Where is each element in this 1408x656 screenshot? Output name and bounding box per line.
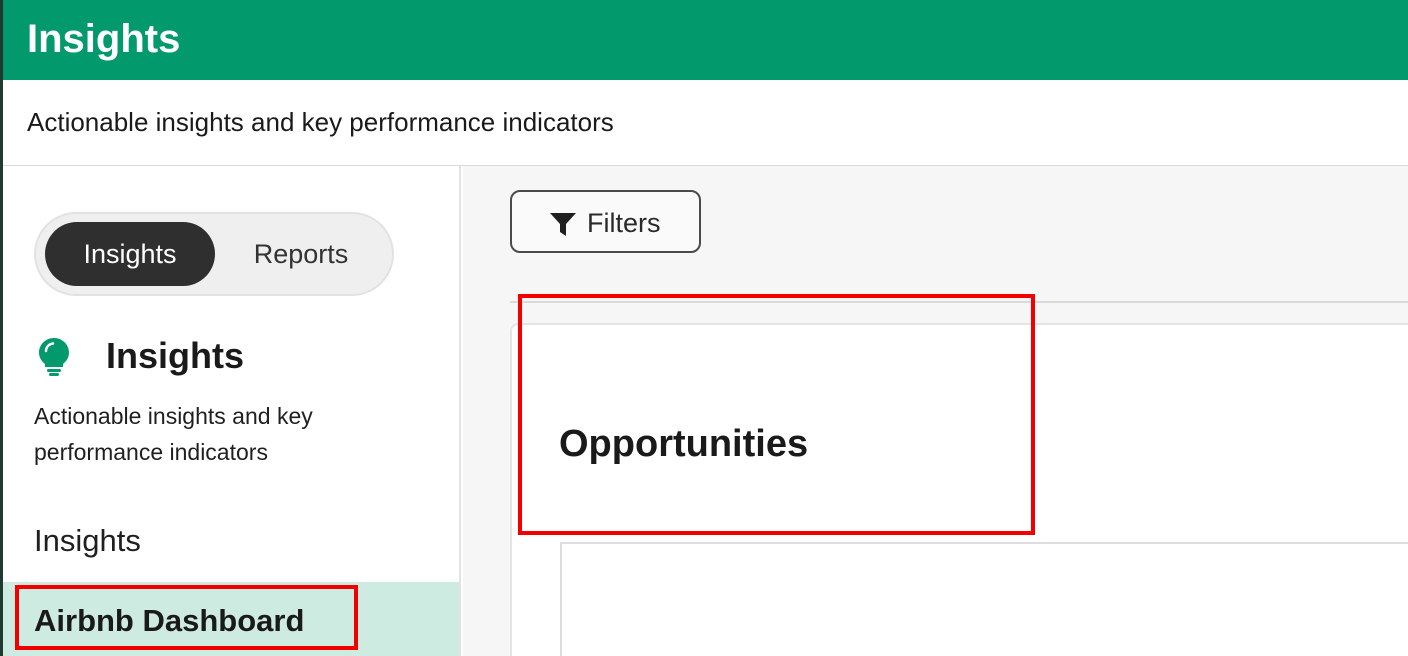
panel-description: Actionable insights and key performance … (34, 403, 313, 465)
lightbulb-icon (39, 338, 69, 376)
window-edge (0, 0, 3, 656)
main-content: Filters Opportunities (463, 166, 1408, 656)
view-toggle: Insights Reports (34, 212, 394, 296)
panel-title: Insights (106, 335, 245, 376)
toggle-reports[interactable]: Reports (226, 222, 376, 286)
page-subtitle: Actionable insights and key performance … (27, 107, 614, 137)
filter-icon (550, 213, 576, 236)
highlight-box (15, 585, 358, 650)
app-header: Insights (0, 0, 1408, 80)
sidebar: Insights Reports Insights Actionable ins… (3, 166, 461, 656)
page-subtitle-bar: Actionable insights and key performance … (0, 80, 1408, 166)
toggle-insights[interactable]: Insights (45, 222, 215, 286)
highlight-box (518, 294, 1035, 535)
app-title: Insights (27, 17, 181, 61)
filters-button[interactable]: Filters (510, 190, 701, 253)
nav-section-heading: Insights (34, 523, 141, 558)
filters-button-label: Filters (587, 208, 661, 238)
opportunities-content (560, 542, 1408, 656)
